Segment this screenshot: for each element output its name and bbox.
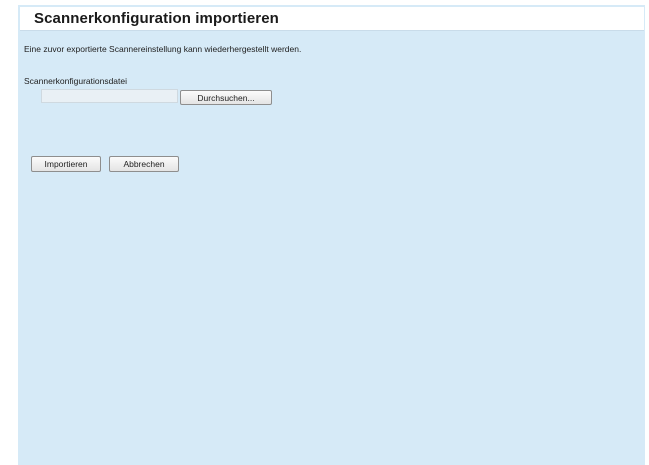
dialog-panel: Scannerkonfiguration importieren Eine zu… — [18, 5, 645, 465]
import-button[interactable]: Importieren — [31, 156, 101, 172]
config-file-label: Scannerkonfigurationsdatei — [24, 76, 128, 86]
description-text: Eine zuvor exportierte Scannereinstellun… — [24, 44, 302, 54]
page-title: Scannerkonfiguration importieren — [34, 10, 279, 27]
cancel-button[interactable]: Abbrechen — [109, 156, 179, 172]
header-bar: Scannerkonfiguration importieren — [20, 7, 644, 31]
config-file-path-input[interactable] — [41, 89, 178, 103]
browse-button[interactable]: Durchsuchen... — [180, 90, 272, 105]
